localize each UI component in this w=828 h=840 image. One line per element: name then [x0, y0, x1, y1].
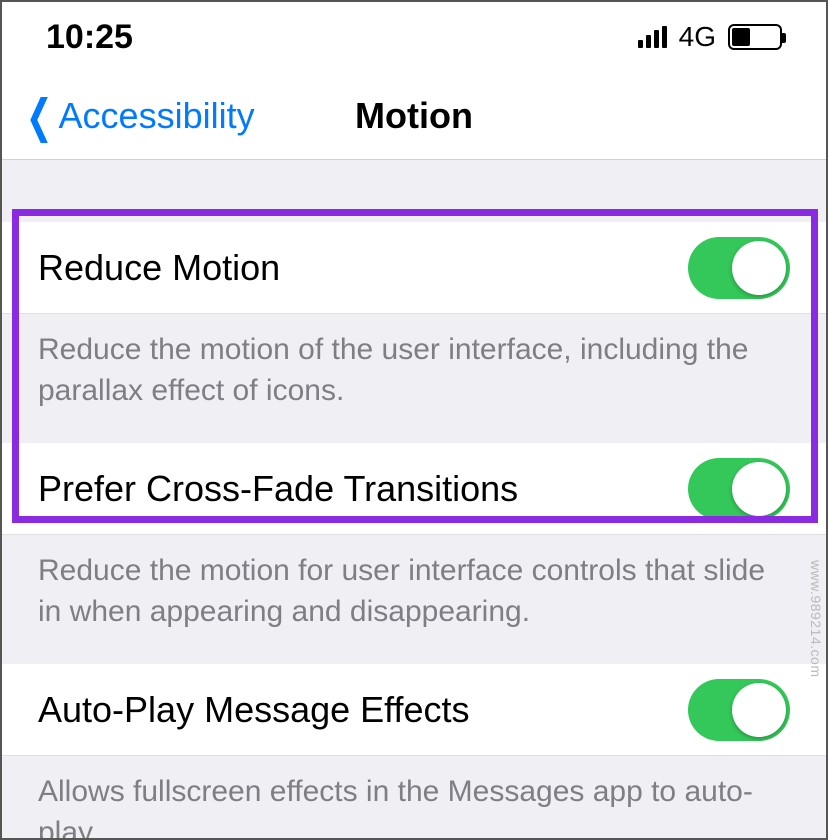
footer-auto-play: Allows fullscreen effects in the Message…	[2, 756, 826, 840]
status-right: 4G	[638, 21, 782, 53]
group-spacer	[2, 160, 826, 222]
row-auto-play[interactable]: Auto-Play Message Effects	[2, 664, 826, 756]
cellular-signal-icon	[638, 26, 667, 48]
row-label-reduce-motion: Reduce Motion	[38, 247, 280, 289]
toggle-knob	[732, 241, 786, 295]
row-label-cross-fade: Prefer Cross-Fade Transitions	[38, 468, 518, 510]
toggle-knob	[732, 683, 786, 737]
toggle-knob	[732, 462, 786, 516]
row-reduce-motion[interactable]: Reduce Motion	[2, 222, 826, 314]
battery-icon	[728, 24, 782, 50]
status-bar: 10:25 4G	[2, 2, 826, 72]
toggle-cross-fade[interactable]	[688, 458, 790, 520]
nav-header: ❮ Accessibility Motion	[2, 72, 826, 160]
watermark: www.989214.com	[808, 560, 824, 678]
status-time: 10:25	[46, 18, 133, 57]
toggle-reduce-motion[interactable]	[688, 237, 790, 299]
toggle-auto-play[interactable]	[688, 679, 790, 741]
row-cross-fade[interactable]: Prefer Cross-Fade Transitions	[2, 443, 826, 535]
footer-reduce-motion: Reduce the motion of the user interface,…	[2, 314, 826, 443]
footer-cross-fade: Reduce the motion for user interface con…	[2, 535, 826, 664]
row-label-auto-play: Auto-Play Message Effects	[38, 689, 470, 731]
chevron-left-icon: ❮	[26, 93, 53, 139]
back-label: Accessibility	[59, 95, 255, 137]
screen-frame: 10:25 4G ❮ Accessibility Motion Reduce M…	[0, 0, 828, 840]
back-button[interactable]: ❮ Accessibility	[2, 93, 255, 139]
network-type: 4G	[679, 21, 716, 53]
